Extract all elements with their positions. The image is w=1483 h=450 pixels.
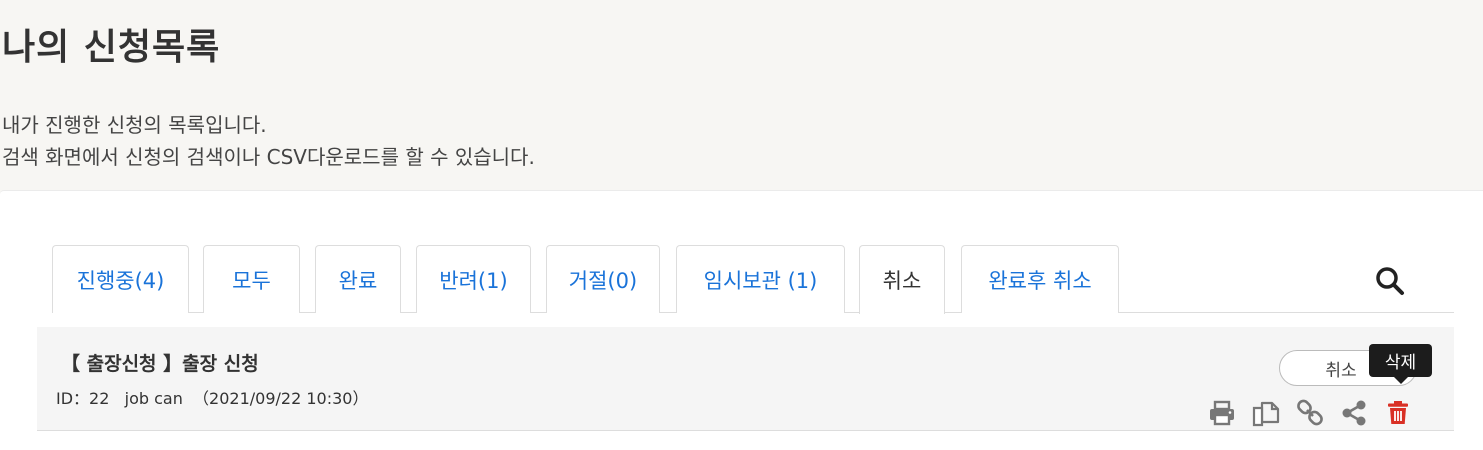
item-title[interactable]: 【 출장신청 】출장 신청 [61, 349, 259, 376]
page-description-line2: 검색 화면에서 신청의 검색이나 CSV다운로드를 할 수 있습니다. [2, 145, 535, 169]
search-icon[interactable] [1373, 264, 1407, 298]
tab-cancelled-after-completion[interactable]: 완료후 취소 [961, 245, 1119, 313]
copy-icon[interactable] [1251, 398, 1281, 428]
tab-in-progress[interactable]: 진행중(4) [52, 245, 189, 313]
link-icon[interactable] [1295, 398, 1325, 428]
page-title: 나의 신청목록 [2, 27, 221, 68]
tab-cancelled[interactable]: 취소 [859, 245, 945, 314]
item-meta: ID：22 job can （2021/09/22 10:30） [56, 389, 369, 408]
tooltip-arrow [1394, 377, 1408, 384]
trash-icon[interactable] [1383, 398, 1413, 428]
share-icon[interactable] [1339, 398, 1369, 428]
status-tabs: 진행중(4) 모두 완료 반려(1) 거절(0) 임시보관 (1) 취소 완료후… [52, 245, 1454, 314]
print-icon[interactable] [1207, 398, 1237, 428]
page-description-line1: 내가 진행한 신청의 목록입니다. [2, 113, 267, 137]
tab-all[interactable]: 모두 [203, 245, 300, 313]
list-item[interactable]: 【 출장신청 】출장 신청 ID：22 job can （2021/09/22 … [37, 327, 1454, 431]
tab-completed[interactable]: 완료 [315, 245, 401, 313]
tab-returned[interactable]: 반려(1) [416, 245, 531, 313]
tab-rejected[interactable]: 거절(0) [546, 245, 660, 313]
delete-tooltip: 삭제 [1369, 344, 1432, 377]
tab-draft[interactable]: 임시보관 (1) [676, 245, 845, 313]
page-header: 나의 신청목록 내가 진행한 신청의 목록입니다. 검색 화면에서 신청의 검색… [0, 0, 1483, 190]
application-list-card: 진행중(4) 모두 완료 반려(1) 거절(0) 임시보관 (1) 취소 완료후… [0, 190, 1483, 450]
